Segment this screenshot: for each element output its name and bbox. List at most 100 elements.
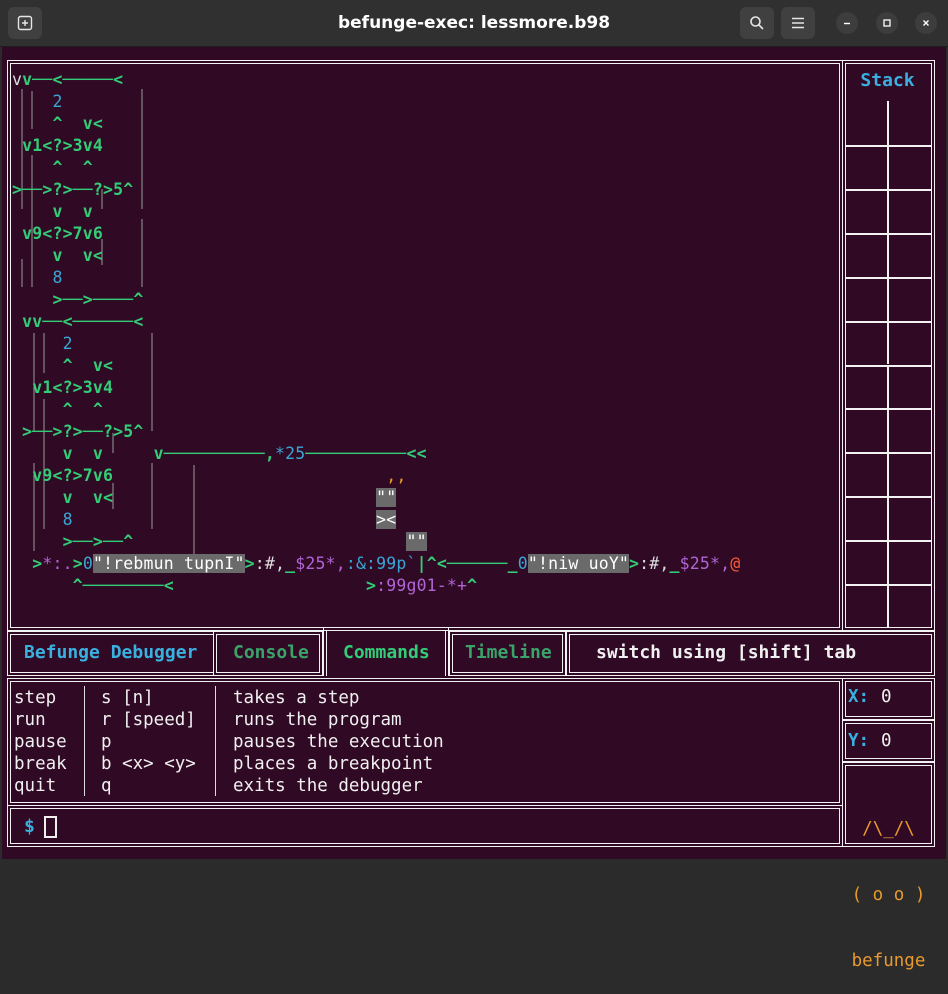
code-line: v v v──────────,*25──────────<<	[12, 443, 427, 465]
code-token: _	[285, 554, 296, 573]
code-token: ""	[406, 532, 427, 551]
command-desc: runs the program	[233, 710, 402, 730]
code-token: ^ ^	[12, 158, 93, 177]
code-token: ,,	[113, 466, 407, 485]
prompt-symbol: $	[24, 816, 35, 837]
command-name: break	[14, 754, 67, 774]
minimize-button[interactable]	[836, 12, 858, 34]
code-line: >──>?>──?>5^	[12, 421, 143, 443]
code-token: 0	[517, 554, 528, 573]
stack-cell	[888, 364, 931, 409]
stack-cell	[888, 452, 931, 496]
code-token: >	[244, 554, 255, 573]
code-token: 2	[12, 334, 73, 353]
code-line: >──>──^ ""	[12, 531, 427, 553]
code-line: v1<?>3v4	[12, 135, 103, 157]
logo-text: befunge	[851, 951, 926, 971]
stack-cell	[846, 188, 889, 233]
code-line: >──>?>──?>5^	[12, 179, 133, 201]
code-token: >──>────^	[12, 290, 144, 309]
stack-cell	[888, 188, 931, 233]
code-token: 0	[82, 554, 93, 573]
code-token: v	[12, 70, 23, 89]
prompt-pane	[7, 805, 843, 847]
tab-switch-hint: switch using [shift] tab	[596, 642, 857, 663]
command-desc: exits the debugger	[233, 776, 423, 796]
stack-cell	[846, 540, 889, 585]
code-token: :99g01-*+	[376, 576, 468, 595]
code-line: 8 ><	[12, 509, 397, 531]
stack-cell	[846, 496, 889, 541]
code-token: ^ ^	[12, 400, 104, 419]
close-icon	[923, 20, 929, 26]
code-line: 2	[12, 91, 63, 113]
code-token: >──>──^	[12, 532, 134, 551]
code-token: :&:99p`	[345, 554, 417, 573]
commands-divider-2	[215, 686, 216, 796]
minimize-icon	[844, 22, 850, 25]
code-token: ><	[376, 510, 397, 529]
code-token: @	[730, 554, 741, 573]
code-token: v1<?>3v4	[12, 136, 104, 155]
code-token: v v	[12, 202, 93, 221]
code-token: 8	[12, 268, 63, 287]
code-token: v9<?>7v6	[12, 466, 114, 485]
code-token: ""	[376, 488, 397, 507]
code-token: ^	[467, 576, 478, 595]
code-line: ^────────< >:99g01-*+^	[12, 575, 477, 597]
code-line: v1<?>3v4	[12, 377, 113, 399]
code-token: >	[12, 554, 43, 573]
close-button[interactable]	[915, 12, 937, 34]
code-token: >	[173, 576, 377, 595]
title-bar: befunge-exec: lessmore.b98	[0, 0, 948, 47]
code-line: vv──<──────<	[12, 311, 143, 333]
code-token: $25*,	[295, 554, 346, 573]
command-desc: pauses the execution	[233, 732, 444, 752]
befunge-logo: /\_/\ ( o o ) befunge	[846, 774, 931, 994]
code-token: ^────────<	[12, 576, 174, 595]
stack-cell	[889, 101, 932, 145]
code-line: v v<	[12, 245, 103, 267]
stack-cell	[846, 452, 889, 497]
stack-grid	[846, 101, 931, 628]
stack-cell	[846, 276, 889, 321]
search-icon	[750, 16, 764, 30]
command-name: quit	[14, 776, 57, 796]
code-token: v v	[12, 444, 104, 463]
command-input[interactable]	[44, 816, 57, 838]
code-token: v v<	[12, 488, 114, 507]
search-button[interactable]	[740, 7, 774, 39]
code-line: v v< ""	[12, 487, 397, 509]
stack-cell	[888, 496, 931, 540]
code-token: ^<──────_	[426, 554, 518, 573]
stack-cell	[888, 584, 931, 628]
commands-divider-1	[84, 686, 85, 796]
code-line: ^ v<	[12, 355, 113, 377]
tab-console[interactable]: Console	[233, 632, 309, 674]
code-token: "!niw uoY"	[527, 554, 630, 573]
code-line: v v	[12, 201, 93, 223]
y-label: Y:	[848, 731, 870, 751]
hamburger-icon	[792, 17, 804, 29]
stack-cell	[846, 584, 889, 628]
code-token: |	[416, 554, 427, 573]
code-line: 2	[12, 333, 73, 355]
tab-timeline[interactable]: Timeline	[465, 632, 552, 674]
code-token: >	[72, 554, 83, 573]
code-token: ──<─────<	[32, 70, 124, 89]
tab-befunge-debugger[interactable]: Befunge Debugger	[24, 632, 197, 674]
code-line: ^ ^	[12, 399, 103, 421]
code-token: ^ v<	[12, 356, 114, 375]
command-key: b <x> <y>	[101, 754, 196, 774]
stack-cell	[888, 320, 931, 365]
menu-button[interactable]	[781, 7, 815, 39]
maximize-button[interactable]	[876, 12, 898, 34]
logo-face: ( o o )	[851, 885, 926, 905]
code-line: 8	[12, 267, 63, 289]
code-token: v1<?>3v4	[12, 378, 114, 397]
stack-cell	[888, 232, 931, 277]
code-token: v v<	[12, 246, 104, 265]
tab-commands[interactable]: Commands	[343, 632, 430, 674]
